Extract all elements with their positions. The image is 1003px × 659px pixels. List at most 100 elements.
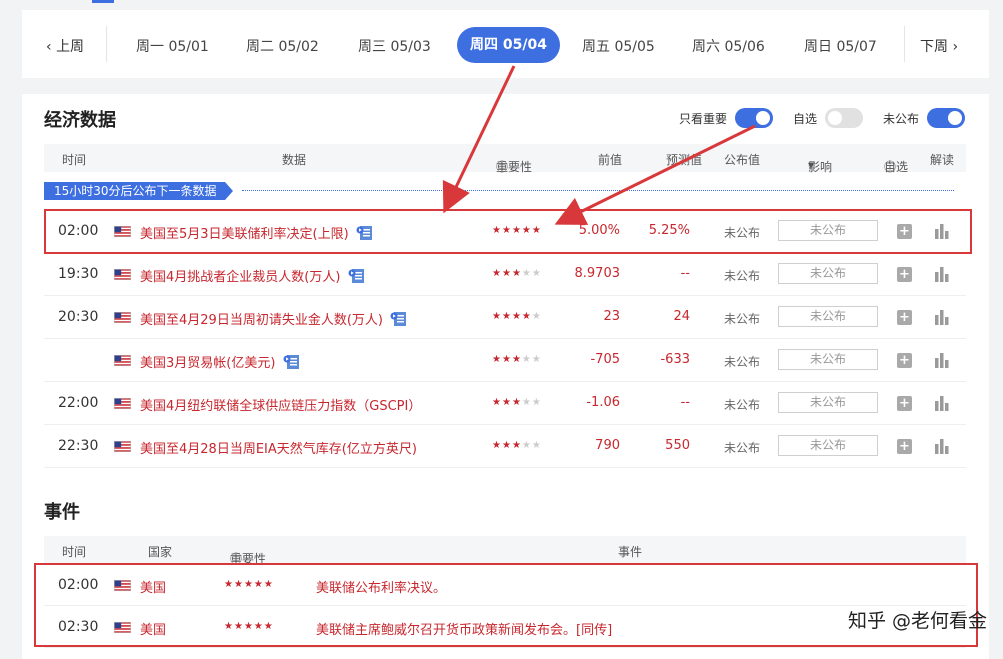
row-time: 22:30 xyxy=(58,438,99,454)
table-row: 22:00 美国4月纽约联储全球供应链压力指数（GSCPI） ★★★★★ -1.06 -… xyxy=(44,382,966,425)
highlight-box-events xyxy=(34,563,978,647)
previous-value: -705 xyxy=(590,352,620,367)
day-tab-6[interactable]: 周六 05/06 xyxy=(692,36,765,56)
us-flag-icon xyxy=(114,441,131,452)
header-time: 时间 xyxy=(62,153,87,167)
day-tab-1[interactable]: 周一 05/01 xyxy=(136,36,209,56)
divider xyxy=(904,26,905,62)
table-row: 19:30 美国4月挑战者企业裁员人数(万人) ★★★★★ 8.9703 -- 未公布 未… xyxy=(44,253,966,296)
row-time: 22:00 xyxy=(58,395,99,411)
day-tab-5[interactable]: 周五 05/05 xyxy=(582,36,655,56)
us-flag-icon xyxy=(114,355,131,366)
us-flag-icon xyxy=(114,269,131,280)
chevron-left-icon: ‹ xyxy=(46,39,57,55)
events-table-header: 时间 国家 重要性 ⓘ 事件 xyxy=(44,536,966,566)
day-tab-7[interactable]: 周日 05/07 xyxy=(804,36,877,56)
impact-box: 未公布 xyxy=(778,263,878,284)
table-row: 20:30 美国至4月29日当周初请失业金人数(万人) ★★★★★ 23 24 未公布 未… xyxy=(44,296,966,339)
next-week-button[interactable]: 下周 › xyxy=(920,36,958,56)
add-watchlist-button[interactable]: + xyxy=(897,310,912,325)
header-interpret: 解读 xyxy=(930,153,955,167)
previous-value: 23 xyxy=(603,309,620,324)
economic-data-title: 经济数据 xyxy=(44,110,116,131)
filter-toggles: 只看重要 自选 未公布 xyxy=(679,108,965,128)
row-time: 20:30 xyxy=(58,309,99,325)
toggle-watchlist[interactable] xyxy=(824,108,863,128)
bar-chart-icon[interactable] xyxy=(935,310,949,325)
impact-box: 未公布 xyxy=(778,392,878,413)
forecast-value: 24 xyxy=(673,309,690,324)
events-title: 事件 xyxy=(44,502,80,523)
table-row: 美国3月贸易帐(亿美元) ★★★★★ -705 -633 未公布 未公布 + xyxy=(44,339,966,382)
header-published: 公布值 xyxy=(724,153,761,167)
toggle-label-unpublished: 未公布 xyxy=(882,111,919,126)
toggle-label-important: 只看重要 xyxy=(678,111,727,126)
toggle-important-only[interactable] xyxy=(734,108,773,128)
importance-stars: ★★★★★ xyxy=(492,354,542,365)
prev-week-button[interactable]: ‹ 上周 xyxy=(46,36,84,56)
indicator-name[interactable]: 美国至4月28日当周EIA天然气库存(亿立方英尺) xyxy=(140,438,417,457)
published-value: 未公布 xyxy=(724,398,761,412)
indicator-name[interactable]: 美国4月挑战者企业裁员人数(万人) xyxy=(140,266,366,288)
caret-down-icon: ▾ xyxy=(808,158,815,172)
impact-box: 未公布 xyxy=(778,306,878,327)
highlight-box-fed-rate xyxy=(44,209,972,254)
day-tab-2[interactable]: 周二 05/02 xyxy=(246,36,319,56)
add-watchlist-button[interactable]: + xyxy=(897,439,912,454)
add-watchlist-button[interactable]: + xyxy=(897,267,912,282)
published-value: 未公布 xyxy=(724,441,761,455)
chevron-right-icon: › xyxy=(948,39,959,55)
published-value: 未公布 xyxy=(724,269,761,283)
document-icon[interactable] xyxy=(390,311,408,331)
indicator-name[interactable]: 美国4月纽约联储全球供应链压力指数（GSCPI） xyxy=(140,395,421,414)
forecast-value: -- xyxy=(680,266,690,281)
table-row: 22:30 美国至4月28日当周EIA天然气库存(亿立方英尺) ★★★★★ 790 55… xyxy=(44,425,966,468)
previous-value: -1.06 xyxy=(586,395,620,410)
forecast-value: -- xyxy=(680,395,690,410)
toggle-unpublished[interactable] xyxy=(927,108,965,128)
economic-table-header: 时间 数据 重要性 ⓘ 前值 预测值 公布值 影响 ▾ 自选 ⓘ 解读 xyxy=(44,144,966,174)
bar-chart-icon[interactable] xyxy=(935,353,949,368)
indicator-name[interactable]: 美国至4月29日当周初请失业金人数(万人) xyxy=(140,309,408,331)
row-time: 19:30 xyxy=(58,266,99,282)
header-data: 数据 xyxy=(282,153,307,167)
importance-stars: ★★★★★ xyxy=(492,311,542,322)
published-value: 未公布 xyxy=(724,312,761,326)
notice-dotted-line xyxy=(242,190,954,191)
impact-box: 未公布 xyxy=(778,435,878,456)
day-tab-4[interactable]: 周四 05/04 xyxy=(457,27,560,63)
bar-chart-icon[interactable] xyxy=(935,267,949,282)
document-icon[interactable] xyxy=(283,354,301,374)
divider xyxy=(106,26,107,62)
header-event: 事件 xyxy=(618,545,643,559)
info-icon: ⓘ xyxy=(884,160,897,174)
forecast-value: -633 xyxy=(660,352,690,367)
add-watchlist-button[interactable]: + xyxy=(897,353,912,368)
importance-stars: ★★★★★ xyxy=(492,397,542,408)
published-value: 未公布 xyxy=(724,355,761,369)
header-country: 国家 xyxy=(148,545,173,559)
document-icon[interactable] xyxy=(348,268,366,288)
impact-box: 未公布 xyxy=(778,349,878,370)
header-time: 时间 xyxy=(62,545,87,559)
indicator-name[interactable]: 美国3月贸易帐(亿美元) xyxy=(140,352,301,374)
info-icon: ⓘ xyxy=(496,160,509,174)
previous-value: 8.9703 xyxy=(574,266,621,281)
watermark: 知乎 @老何看金 xyxy=(848,610,988,632)
importance-stars: ★★★★★ xyxy=(492,440,542,451)
week-navigation: ‹ 上周 周一 05/01 周二 05/02 周三 05/03 周四 05/04 周五 … xyxy=(22,0,989,78)
header-previous: 前值 xyxy=(598,153,623,167)
us-flag-icon xyxy=(114,398,131,409)
day-tab-3[interactable]: 周三 05/03 xyxy=(358,36,431,56)
toggle-label-watchlist: 自选 xyxy=(792,111,817,126)
next-release-notice: 15小时30分后公布下一条数据 xyxy=(44,182,233,200)
importance-stars: ★★★★★ xyxy=(492,268,542,279)
bar-chart-icon[interactable] xyxy=(935,396,949,411)
header-forecast: 预测值 xyxy=(666,153,703,167)
us-flag-icon xyxy=(114,312,131,323)
previous-value: 790 xyxy=(595,438,620,453)
forecast-value: 550 xyxy=(665,438,690,453)
tab-indicator xyxy=(92,0,114,3)
bar-chart-icon[interactable] xyxy=(935,439,949,454)
add-watchlist-button[interactable]: + xyxy=(897,396,912,411)
